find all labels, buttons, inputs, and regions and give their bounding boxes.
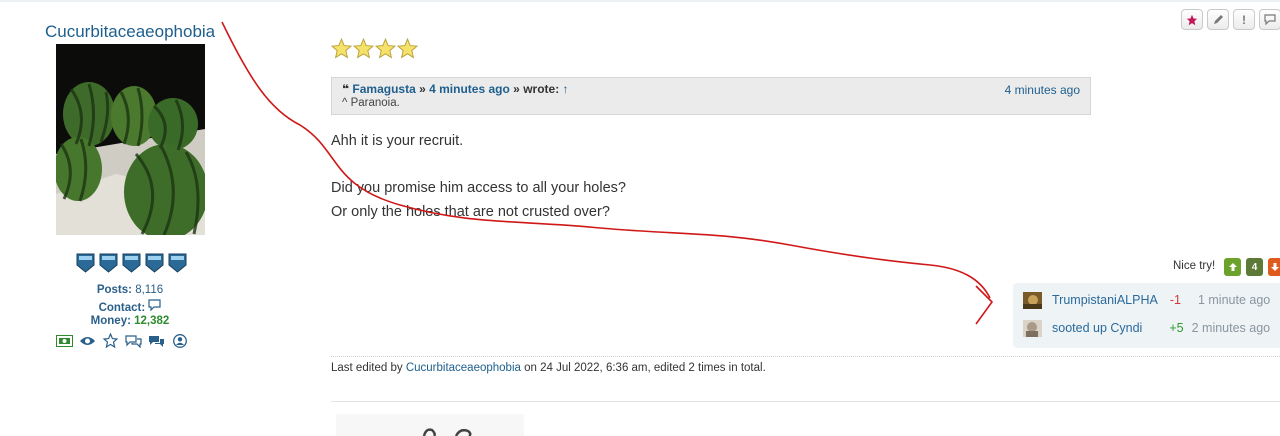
- voter-name-link[interactable]: TrumpistaniALPHA: [1052, 293, 1158, 307]
- voter-name-link[interactable]: sooted up Cyndi: [1052, 321, 1142, 335]
- downvote-button[interactable]: [1268, 258, 1280, 276]
- quote-button[interactable]: [1259, 9, 1280, 30]
- quote-author-link[interactable]: Famagusta: [352, 82, 415, 96]
- quote-header: ❝ Famagusta » 4 minutes ago » wrote: ↑: [342, 82, 1080, 96]
- profile-icons: [56, 333, 188, 348]
- shield-rank-icon: [99, 253, 118, 273]
- up-arrow-icon[interactable]: ↑: [563, 82, 569, 96]
- comments-outline-icon[interactable]: [125, 333, 142, 348]
- money-value: 12,382: [134, 315, 170, 327]
- vote-score: +5: [1169, 321, 1184, 335]
- upvote-button[interactable]: [1224, 258, 1241, 276]
- vote-time: 2 minutes ago: [1191, 321, 1271, 335]
- avatar[interactable]: [1023, 291, 1042, 309]
- posts-count-link[interactable]: 8,116: [135, 284, 163, 296]
- rating-star-icon: [397, 38, 418, 59]
- star-icon: [1186, 14, 1198, 25]
- quote-time-link[interactable]: 4 minutes ago: [429, 82, 510, 96]
- vote-score: -1: [1169, 293, 1181, 307]
- exclamation-icon: !: [1242, 12, 1246, 27]
- rank-badges: [76, 253, 187, 273]
- quote-text: ^ Paranoia.: [342, 97, 400, 109]
- editor-link[interactable]: Cucurbitaceaeophobia: [406, 362, 521, 374]
- edit-suffix: on 24 Jul 2022, 6:36 am, edited 2 times …: [524, 362, 766, 374]
- edit-notice: Last edited by Cucurbitaceaeophobia on 2…: [331, 362, 766, 374]
- quote-wrote-label: wrote:: [523, 82, 560, 96]
- money-stat: Money: 12,382: [0, 315, 260, 327]
- divider: [331, 401, 1280, 402]
- quote-separator: »: [419, 82, 426, 96]
- star-rating: [331, 38, 418, 59]
- shield-rank-icon: [76, 253, 95, 273]
- quote-separator: »: [513, 82, 520, 96]
- eye-icon[interactable]: [79, 333, 96, 348]
- reaction-label: Nice try!: [1173, 260, 1216, 272]
- edit-prefix: Last edited by: [331, 362, 403, 374]
- shield-rank-icon: [122, 253, 141, 273]
- report-button[interactable]: !: [1233, 9, 1255, 30]
- avatar[interactable]: [56, 44, 205, 235]
- rating-star-icon: [331, 38, 352, 59]
- comments-filled-icon[interactable]: [148, 333, 165, 348]
- pencil-icon: [1213, 15, 1223, 24]
- rating-star-icon: [353, 38, 374, 59]
- votes-panel: TrumpistaniALPHA -1 1 minute ago sooted …: [1013, 283, 1280, 348]
- edit-button[interactable]: [1207, 9, 1229, 30]
- money-bill-icon[interactable]: [56, 333, 73, 348]
- post-line: Did you promise him access to all your h…: [331, 180, 626, 196]
- speech-bubble-icon: [1264, 14, 1276, 25]
- upvote-count: 4: [1246, 258, 1263, 276]
- shield-rank-icon: [168, 253, 187, 273]
- post-line: Ahh it is your recruit.: [331, 133, 464, 149]
- vote-time: 1 minute ago: [1197, 293, 1271, 307]
- username-link[interactable]: Cucurbitaceaeophobia: [45, 22, 215, 42]
- quote-timestamp[interactable]: 4 minutes ago: [1005, 83, 1080, 97]
- money-label: Money:: [90, 315, 131, 327]
- avatar[interactable]: [1023, 319, 1042, 337]
- posts-label: Posts:: [96, 284, 132, 296]
- post-line: Or only the holes that are not crusted o…: [331, 204, 610, 220]
- shield-rank-icon: [145, 253, 164, 273]
- vote-row: sooted up Cyndi +5 2 minutes ago: [1023, 317, 1270, 339]
- quote-box: ❝ Famagusta » 4 minutes ago » wrote: ↑ 4…: [331, 77, 1091, 115]
- speech-bubble-icon[interactable]: [148, 299, 162, 314]
- post-actions: !: [1181, 9, 1280, 30]
- vote-row: TrumpistaniALPHA -1 1 minute ago: [1023, 289, 1270, 311]
- top-border: [0, 0, 1280, 2]
- star-outline-icon[interactable]: [102, 333, 119, 348]
- bookmark-button[interactable]: [1181, 9, 1203, 30]
- signature-image: [336, 414, 524, 436]
- posts-stat: Posts: 8,116: [0, 284, 260, 296]
- contact-stat: Contact:: [0, 299, 260, 314]
- divider: [331, 356, 1280, 357]
- quote-icon: ❝: [342, 82, 350, 96]
- arrow-down-icon: [1271, 263, 1279, 271]
- watermelon-avatar-image: [56, 44, 205, 235]
- contact-label: Contact:: [98, 302, 146, 314]
- arrow-up-icon: [1228, 263, 1237, 271]
- rating-star-icon: [375, 38, 396, 59]
- user-circle-icon[interactable]: [171, 333, 188, 348]
